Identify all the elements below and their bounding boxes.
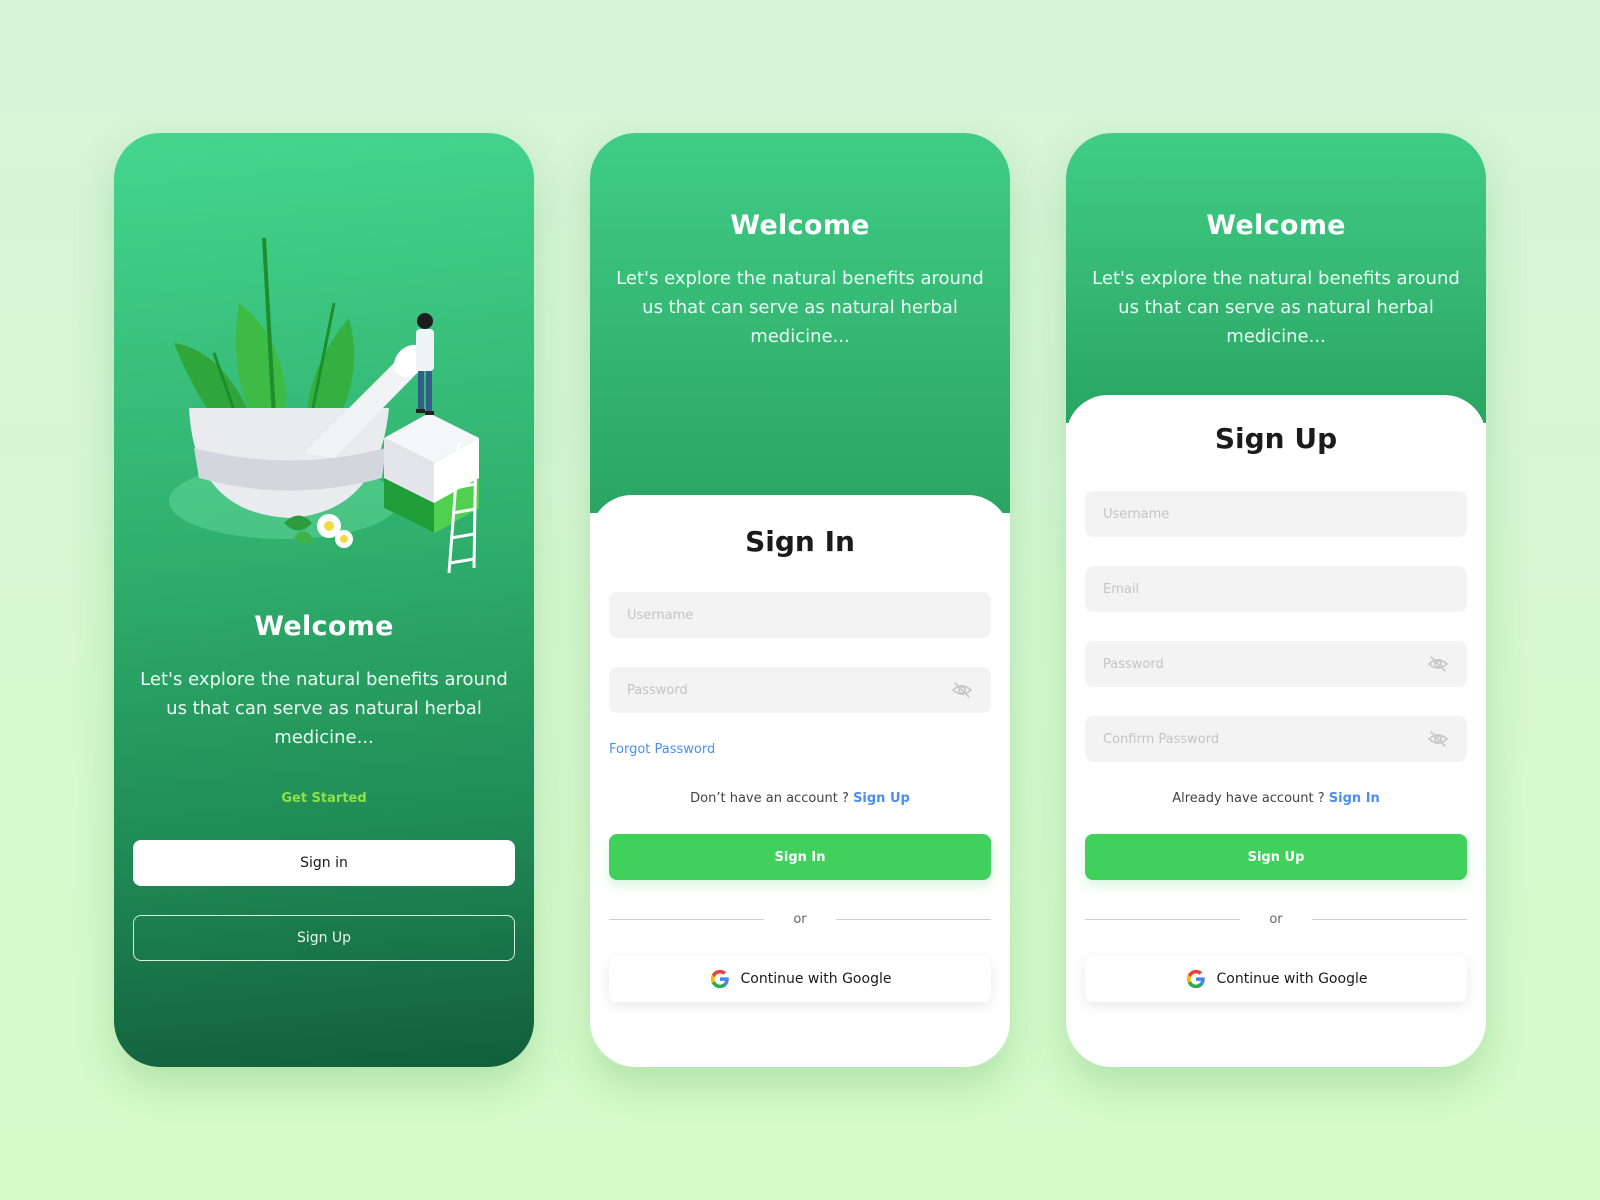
signup-screen: Welcome Let's explore the natural benefi…	[1066, 133, 1486, 1067]
welcome-description: Let's explore the natural benefits aroun…	[140, 669, 508, 748]
signup-title: Sign Up	[1214, 422, 1338, 455]
password-field[interactable]	[1085, 641, 1467, 687]
sign-in-button[interactable]: Sign in	[133, 840, 515, 886]
sign-in-submit-button[interactable]: Sign In	[609, 834, 991, 880]
herbal-medicine-illustration	[169, 237, 479, 574]
sign-up-submit-button[interactable]: Sign Up	[1085, 834, 1467, 880]
forgot-password-link[interactable]: Forgot Password	[609, 742, 715, 757]
eye-off-icon[interactable]	[1427, 655, 1449, 673]
eye-off-icon[interactable]	[951, 681, 973, 699]
signin-form-sheet: Sign In Forgot Password Don’t have an ac…	[590, 495, 1010, 1067]
account-prompt: Don’t have an account ? Sign Up	[590, 791, 1010, 806]
welcome-title: Welcome	[730, 210, 870, 241]
continue-with-google-button[interactable]: Continue with Google	[1085, 956, 1467, 1002]
sign-up-link[interactable]: Sign Up	[853, 791, 910, 806]
divider-line	[609, 918, 764, 920]
username-field[interactable]	[609, 592, 991, 638]
account-prompt: Already have account ? Sign In	[1066, 791, 1486, 806]
get-started-link[interactable]: Get Started	[114, 791, 534, 806]
divider-line	[1085, 918, 1240, 920]
signin-header: Welcome Let's explore the natural benefi…	[590, 133, 1010, 513]
divider-label: or	[793, 911, 807, 927]
signin-screen: Welcome Let's explore the natural benefi…	[590, 133, 1010, 1067]
confirm-password-field[interactable]	[1085, 716, 1467, 762]
continue-with-google-button[interactable]: Continue with Google	[609, 956, 991, 1002]
google-icon	[1186, 969, 1205, 989]
signup-form-sheet: Sign Up Already have account ? Si	[1066, 395, 1486, 1067]
google-button-label: Continue with Google	[1216, 971, 1368, 987]
google-icon	[710, 969, 729, 989]
signup-header: Welcome Let's explore the natural benefi…	[1066, 133, 1486, 423]
welcome-description: Let's explore the natural benefits aroun…	[1092, 268, 1460, 347]
username-field[interactable]	[1085, 491, 1467, 537]
welcome-description: Let's explore the natural benefits aroun…	[616, 268, 984, 347]
sign-up-button[interactable]: Sign Up	[133, 915, 515, 961]
welcome-title: Welcome	[1206, 210, 1346, 241]
or-divider: or	[609, 909, 991, 929]
confirm-password-input[interactable]	[1103, 731, 1427, 747]
email-field[interactable]	[1085, 566, 1467, 612]
google-button-label: Continue with Google	[740, 971, 892, 987]
welcome-screen: Welcome Let's explore the natural benefi…	[114, 133, 534, 1067]
or-divider: or	[1085, 909, 1467, 929]
divider-line	[1312, 918, 1467, 920]
account-prompt-text: Don’t have an account ?	[690, 791, 849, 806]
username-input[interactable]	[1103, 506, 1449, 522]
welcome-title: Welcome	[254, 611, 394, 642]
divider-label: or	[1269, 911, 1283, 927]
password-input[interactable]	[627, 682, 951, 698]
sign-in-link[interactable]: Sign In	[1329, 791, 1380, 806]
password-field[interactable]	[609, 667, 991, 713]
doctor-figure	[416, 313, 434, 415]
signin-title: Sign In	[745, 525, 855, 558]
username-input[interactable]	[627, 607, 973, 623]
email-input[interactable]	[1103, 581, 1449, 597]
divider-line	[836, 918, 991, 920]
password-input[interactable]	[1103, 656, 1427, 672]
eye-off-icon[interactable]	[1427, 730, 1449, 748]
account-prompt-text: Already have account ?	[1172, 791, 1325, 806]
